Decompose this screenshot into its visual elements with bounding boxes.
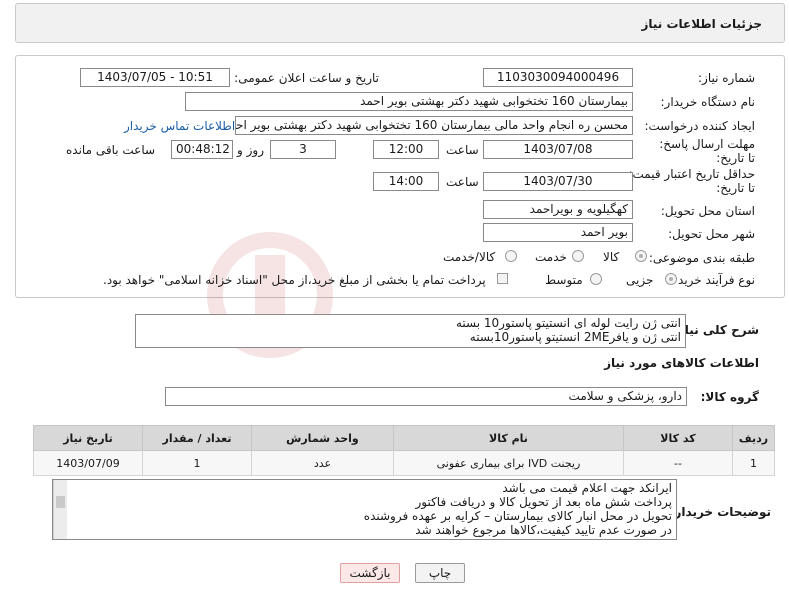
category-service-label: خدمت	[535, 250, 567, 264]
category-both-label: کالا/خدمت	[443, 250, 496, 264]
col-unit: واحد شمارش	[250, 425, 394, 451]
general-desc-line-1: انتی ژن رایت لوله ای انستیتو پاستور10 بس…	[455, 316, 681, 330]
general-desc-textarea[interactable]: انتی ژن رایت لوله ای انستیتو پاستور10 بس…	[135, 314, 686, 348]
buyer-contact-link[interactable]: اطلاعات تماس خریدار	[124, 119, 235, 133]
table-row: 1 -- ریجنت IVD برای بیماری عفونی عدد 1 1…	[32, 450, 776, 476]
category-label: طبقه بندی موضوعی:	[648, 251, 755, 265]
buyer-notes-line-4: در صورت عدم تایید کیفیت،کالاها مرجوع خوا…	[415, 523, 672, 537]
cell-date: 1403/07/09	[32, 450, 144, 476]
col-row: ردیف	[731, 425, 776, 451]
need-number-field: 1103030094000496	[483, 68, 633, 87]
items-table: ردیف کد کالا نام کالا واحد شمارش تعداد /…	[32, 425, 776, 476]
cell-code: --	[622, 450, 733, 476]
cell-row: 1	[731, 450, 776, 476]
cell-name: ریجنت IVD برای بیماری عفونی	[392, 450, 624, 476]
validity-time-label: ساعت	[446, 175, 479, 189]
buyer-notes-textarea[interactable]: ایرانکد جهت اعلام قیمت می باشد پرداخت شش…	[52, 479, 677, 540]
time-left-field: 00:48:12	[171, 140, 233, 159]
process-type-label: نوع فرآیند خرید :	[670, 273, 755, 287]
price-validity-label: حداقل تاریخ اعتبار قیمت: تا تاریخ:	[628, 167, 755, 195]
need-number-label: شماره نیاز:	[698, 71, 755, 85]
print-button[interactable]: چاپ	[415, 563, 465, 583]
category-service-radio[interactable]	[572, 250, 584, 262]
buyer-notes-label: توضیحات خریدار:	[669, 505, 771, 519]
category-both-radio[interactable]	[505, 250, 517, 262]
process-minor-radio[interactable]	[665, 273, 677, 285]
page-header: جزئیات اطلاعات نیاز	[15, 3, 785, 43]
deadline-send-label: مهلت ارسال پاسخ: تا تاریخ:	[659, 137, 755, 165]
buyer-notes-line-1: ایرانکد جهت اعلام قیمت می باشد	[502, 481, 672, 495]
announce-datetime-label: تاریخ و ساعت اعلان عمومی:	[234, 71, 379, 85]
announce-datetime-field: 1403/07/05 - 10:51	[80, 68, 230, 87]
cell-qty: 1	[142, 450, 252, 476]
process-medium-radio[interactable]	[590, 273, 602, 285]
process-minor-label: جزیی	[626, 273, 654, 287]
city-label: شهر محل تحویل:	[668, 227, 755, 241]
page-title: جزئیات اطلاعات نیاز	[641, 17, 762, 31]
goods-group-label: گروه کالا:	[700, 390, 759, 404]
scrollbar-thumb[interactable]	[56, 496, 65, 508]
back-button[interactable]: بازگشت	[340, 563, 400, 583]
validity-date-field: 1403/07/30	[483, 172, 633, 191]
treasury-payment-checkbox[interactable]	[497, 273, 508, 284]
requester-label: ایجاد کننده درخواست:	[644, 119, 755, 133]
cell-unit: عدد	[250, 450, 394, 476]
province-label: استان محل تحویل:	[660, 204, 755, 218]
buyer-notes-line-3: تحویل در محل انبار کالای بیمارستان – کرا…	[363, 509, 672, 523]
col-date: تاریخ نیاز	[32, 425, 144, 451]
buyer-org-field: بیمارستان 160 تختخوابی شهید دکتر بهشتی ب…	[185, 92, 633, 111]
province-field: کهگیلویه و بویراحمد	[483, 200, 633, 219]
col-name: نام کالا	[392, 425, 624, 451]
deadline-time-field: 12:00	[373, 140, 439, 159]
deadline-time-label: ساعت	[446, 143, 479, 157]
requester-field: محسن ره انجام واحد مالی بیمارستان 160 تخ…	[235, 116, 633, 135]
treasury-payment-note: پرداخت تمام یا بخشی از مبلغ خرید،از محل …	[103, 273, 486, 287]
days-left-field: 3	[270, 140, 336, 159]
buyer-notes-scrollbar[interactable]	[53, 480, 67, 539]
process-medium-label: متوسط	[545, 273, 583, 287]
deadline-date-field: 1403/07/08	[483, 140, 633, 159]
city-field: بویر احمد	[483, 223, 633, 242]
goods-info-heading: اطلاعات کالاهای مورد نیاز	[604, 356, 759, 370]
category-goods-radio[interactable]	[635, 250, 647, 262]
category-goods-label: کالا	[603, 250, 620, 264]
hours-remaining-label: ساعت باقی مانده	[66, 143, 156, 157]
col-code: کد کالا	[622, 425, 733, 451]
col-qty: تعداد / مقدار	[142, 425, 252, 451]
day-and-label: روز و	[237, 143, 264, 157]
goods-group-field: دارو، پزشکی و سلامت	[165, 387, 687, 406]
items-table-header: ردیف کد کالا نام کالا واحد شمارش تعداد /…	[32, 425, 776, 451]
general-desc-line-2: انتی ژن و یافر2ME انستیتو پاستور10بسته	[469, 330, 681, 344]
validity-time-field: 14:00	[373, 172, 439, 191]
buyer-org-label: نام دستگاه خریدار:	[660, 95, 756, 109]
buyer-notes-line-2: پرداخت شش ماه بعد از تحویل کالا و دریافت…	[415, 495, 672, 509]
